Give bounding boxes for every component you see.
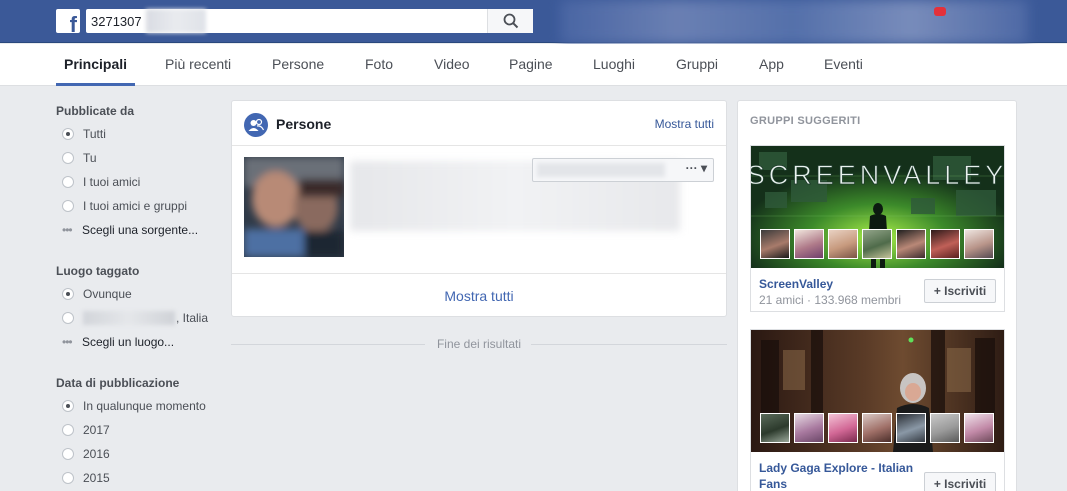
filter-option-any-time[interactable]: In qualunque momento — [62, 398, 206, 414]
group-meta: 21 amici · 133.968 membri — [759, 293, 902, 307]
filter-option-label: 2015 — [83, 471, 110, 485]
more-dots-icon: ••• — [62, 223, 73, 237]
member-avatar[interactable] — [930, 413, 960, 443]
group-cover-photo[interactable] — [751, 330, 1004, 452]
tab-gruppi[interactable]: Gruppi — [676, 44, 718, 86]
people-footer-see-all[interactable]: Mostra tutti — [232, 273, 726, 317]
filter-title-posted-by: Pubblicate da — [56, 104, 135, 118]
radio-button[interactable] — [62, 200, 74, 212]
filter-option-label: I tuoi amici e gruppi — [83, 199, 188, 213]
filter-option-label: Ovunque — [83, 287, 132, 301]
filter-option-label: 2016 — [83, 447, 110, 461]
filter-option-label: 2017 — [83, 423, 110, 437]
radio-button[interactable] — [62, 424, 74, 436]
radio-button[interactable] — [62, 472, 74, 484]
member-avatar[interactable] — [760, 229, 790, 259]
group-card-lady-gaga: Lady Gaga Explore - Italian Fans + Iscri… — [750, 329, 1005, 491]
member-avatar[interactable] — [862, 413, 892, 443]
redacted-profile-area — [560, 0, 1028, 44]
divider — [531, 344, 727, 345]
choose-place-link[interactable]: ••• Scegli un luogo... — [62, 334, 174, 350]
filter-option-label: In qualunque momento — [83, 399, 206, 413]
filter-option-label: Tutti — [83, 127, 106, 141]
filter-option-tu[interactable]: Tu — [62, 150, 97, 166]
tab-app[interactable]: App — [759, 44, 784, 86]
people-title: Persone — [276, 116, 332, 132]
member-avatar[interactable] — [964, 413, 994, 443]
facebook-logo[interactable]: f — [56, 9, 80, 36]
tab-pagine[interactable]: Pagine — [509, 44, 553, 86]
filter-option-amici[interactable]: I tuoi amici — [62, 174, 140, 190]
blurred-photo — [244, 157, 344, 257]
member-avatar[interactable] — [930, 229, 960, 259]
person-action-button[interactable]: ··· ▾ — [532, 158, 714, 182]
people-icon — [244, 113, 268, 137]
people-results-card: Persone Mostra tutti ··· ▾ Mostra tutti — [231, 100, 727, 317]
filter-option-city[interactable]: , Italia — [62, 310, 208, 326]
tab-persone[interactable]: Persone — [272, 44, 324, 86]
search-box — [86, 9, 533, 33]
member-avatar[interactable] — [828, 229, 858, 259]
person-profile-photo[interactable] — [244, 157, 344, 257]
radio-button[interactable] — [62, 288, 74, 300]
tab-principali[interactable]: Principali — [56, 44, 136, 86]
redacted-action-label — [537, 163, 665, 177]
filter-option-ovunque[interactable]: Ovunque — [62, 286, 132, 302]
choose-place-label: Scegli un luogo... — [82, 335, 175, 349]
search-tabs: Principali Più recenti Persone Foto Vide… — [0, 44, 1067, 86]
choose-source-label: Scegli una sorgente... — [82, 223, 199, 237]
join-group-button[interactable]: + Iscriviti — [924, 472, 996, 491]
radio-button[interactable] — [62, 152, 74, 164]
radio-button[interactable] — [62, 176, 74, 188]
member-avatar[interactable] — [794, 229, 824, 259]
radio-button[interactable] — [62, 128, 74, 140]
people-header: Persone Mostra tutti — [232, 101, 726, 146]
filter-option-amici-gruppi[interactable]: I tuoi amici e gruppi — [62, 198, 187, 214]
filter-title-date: Data di pubblicazione — [56, 376, 180, 390]
member-avatar[interactable] — [828, 413, 858, 443]
end-of-results: Fine dei risultati — [231, 337, 727, 353]
top-bar: f — [0, 0, 1067, 44]
member-avatar[interactable] — [794, 413, 824, 443]
member-avatar[interactable] — [862, 229, 892, 259]
radio-button[interactable] — [62, 448, 74, 460]
filter-option-tutti[interactable]: Tutti — [62, 126, 106, 142]
people-see-all-link[interactable]: Mostra tutti — [655, 117, 714, 131]
tab-video[interactable]: Video — [434, 44, 470, 86]
choose-source-link[interactable]: ••• Scegli una sorgente... — [62, 222, 198, 238]
search-icon — [503, 13, 518, 29]
tab-luoghi[interactable]: Luoghi — [593, 44, 635, 86]
more-dots-icon: ••• — [62, 335, 73, 349]
group-name-lady-gaga[interactable]: Lady Gaga Explore - Italian Fans — [759, 460, 919, 491]
tab-eventi[interactable]: Eventi — [824, 44, 863, 86]
svg-text:SCREENVALLEY: SCREENVALLEY — [751, 160, 1004, 190]
filter-option-2015[interactable]: 2015 — [62, 470, 110, 486]
filter-option-label: Tu — [83, 151, 97, 165]
tab-foto[interactable]: Foto — [365, 44, 393, 86]
more-options-icon: ··· ▾ — [685, 161, 707, 175]
filter-title-location: Luogo taggato — [56, 264, 140, 278]
filter-option-2017[interactable]: 2017 — [62, 422, 110, 438]
filter-option-label: , Italia — [176, 311, 209, 325]
suggested-groups-panel: GRUPPI SUGGERITI SCREENVALLEY ScreenVall… — [737, 100, 1017, 491]
filter-option-label: I tuoi amici — [83, 175, 141, 189]
search-button[interactable] — [487, 9, 533, 33]
member-avatar[interactable] — [896, 413, 926, 443]
member-avatar[interactable] — [760, 413, 790, 443]
tab-piu-recenti[interactable]: Più recenti — [165, 44, 231, 86]
radio-button[interactable] — [62, 312, 74, 324]
group-card-screenvalley: SCREENVALLEY ScreenValley 21 amici · 133… — [750, 145, 1005, 312]
join-group-button[interactable]: + Iscriviti — [924, 279, 996, 303]
suggested-groups-title: GRUPPI SUGGERITI — [750, 115, 861, 127]
notification-badge — [934, 7, 946, 16]
group-cover-photo[interactable]: SCREENVALLEY — [751, 146, 1004, 268]
member-avatar[interactable] — [896, 229, 926, 259]
filter-option-2016[interactable]: 2016 — [62, 446, 110, 462]
redacted-city — [83, 311, 175, 325]
group-name-screenvalley[interactable]: ScreenValley — [759, 276, 833, 292]
radio-button[interactable] — [62, 400, 74, 412]
redacted-search-text — [146, 9, 206, 33]
member-avatar[interactable] — [964, 229, 994, 259]
